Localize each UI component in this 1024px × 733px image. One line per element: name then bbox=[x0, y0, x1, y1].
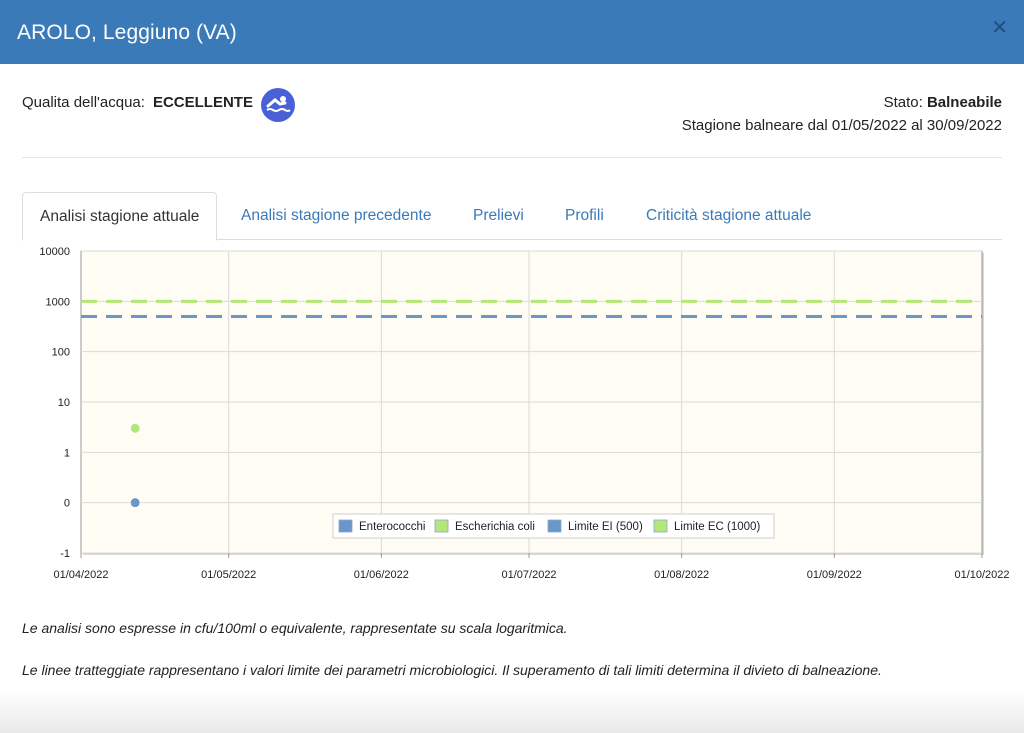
x-tick-label: 01/06/2022 bbox=[354, 569, 409, 581]
water-quality-value: ECCELLENTE bbox=[152, 94, 253, 111]
legend-label: Escherichia coli bbox=[455, 521, 535, 533]
tab-current-season-analysis[interactable]: Analisi stagione attuale bbox=[22, 192, 218, 241]
legend-label: Limite EI (500) bbox=[568, 521, 643, 533]
note-limits: Le linee tratteggiate rappresentano i va… bbox=[22, 662, 882, 678]
y-tick-label: 100 bbox=[52, 347, 70, 359]
season-dates: Stagione balneare dal 01/05/2022 al 30/0… bbox=[681, 117, 1002, 134]
x-tick-label: 01/09/2022 bbox=[807, 569, 862, 581]
y-tick-label: 10000 bbox=[39, 246, 70, 258]
legend-label: Enterococchi bbox=[359, 521, 425, 533]
note-units: Le analisi sono espresse in cfu/100ml o … bbox=[22, 620, 568, 636]
legend-swatch bbox=[434, 519, 449, 533]
y-tick-label: 1000 bbox=[46, 296, 70, 308]
y-tick-label: 0 bbox=[64, 498, 70, 510]
analysis-chart: 1000010001001010-101/04/2022 01/05/2022 01… bbox=[39, 246, 1009, 581]
modal-header: AROLO, Leggiuno (VA) ✕ bbox=[0, 0, 1024, 64]
swimmer-icon bbox=[261, 88, 295, 122]
x-tick-label: 01/07/2022 bbox=[502, 569, 557, 581]
bathing-status: Stato: Balneabile Stagione balneare dal … bbox=[682, 91, 1002, 137]
modal-title: AROLO, Leggiuno (VA) bbox=[17, 21, 237, 44]
y-tick-label: 1 bbox=[64, 447, 70, 459]
legend-swatch bbox=[653, 519, 668, 533]
status-label: Stato: bbox=[883, 94, 923, 111]
data-point bbox=[129, 497, 141, 509]
x-tick-label: 01/08/2022 bbox=[654, 569, 709, 581]
tab-samples[interactable]: Prelievi bbox=[473, 192, 524, 238]
data-point bbox=[129, 422, 141, 434]
status-value: Balneabile bbox=[926, 94, 1002, 111]
close-icon[interactable]: ✕ bbox=[991, 18, 1008, 38]
divider bbox=[22, 157, 1002, 158]
water-quality: Qualita dell'acqua: ECCELLENTE bbox=[22, 94, 253, 111]
water-quality-label: Qualita dell'acqua: bbox=[22, 94, 145, 111]
tab-previous-season-analysis[interactable]: Analisi stagione precedente bbox=[241, 192, 431, 238]
tab-bar: Analisi stagione attuale Analisi stagion… bbox=[22, 192, 1002, 241]
tab-profiles[interactable]: Profili bbox=[565, 192, 604, 238]
x-tick-label: 01/05/2022 bbox=[201, 569, 256, 581]
legend-swatch bbox=[547, 519, 562, 533]
tab-current-season-issues[interactable]: Criticità stagione attuale bbox=[646, 192, 811, 238]
legend-swatch bbox=[338, 519, 353, 533]
y-tick-label: 10 bbox=[58, 397, 70, 409]
modal-footer bbox=[0, 690, 1024, 733]
x-tick-label: 01/04/2022 bbox=[53, 569, 108, 581]
legend-label: Limite EC (1000) bbox=[674, 521, 760, 533]
y-tick-label: -1 bbox=[60, 548, 70, 560]
x-tick-label: 01/10/2022 bbox=[954, 569, 1009, 581]
